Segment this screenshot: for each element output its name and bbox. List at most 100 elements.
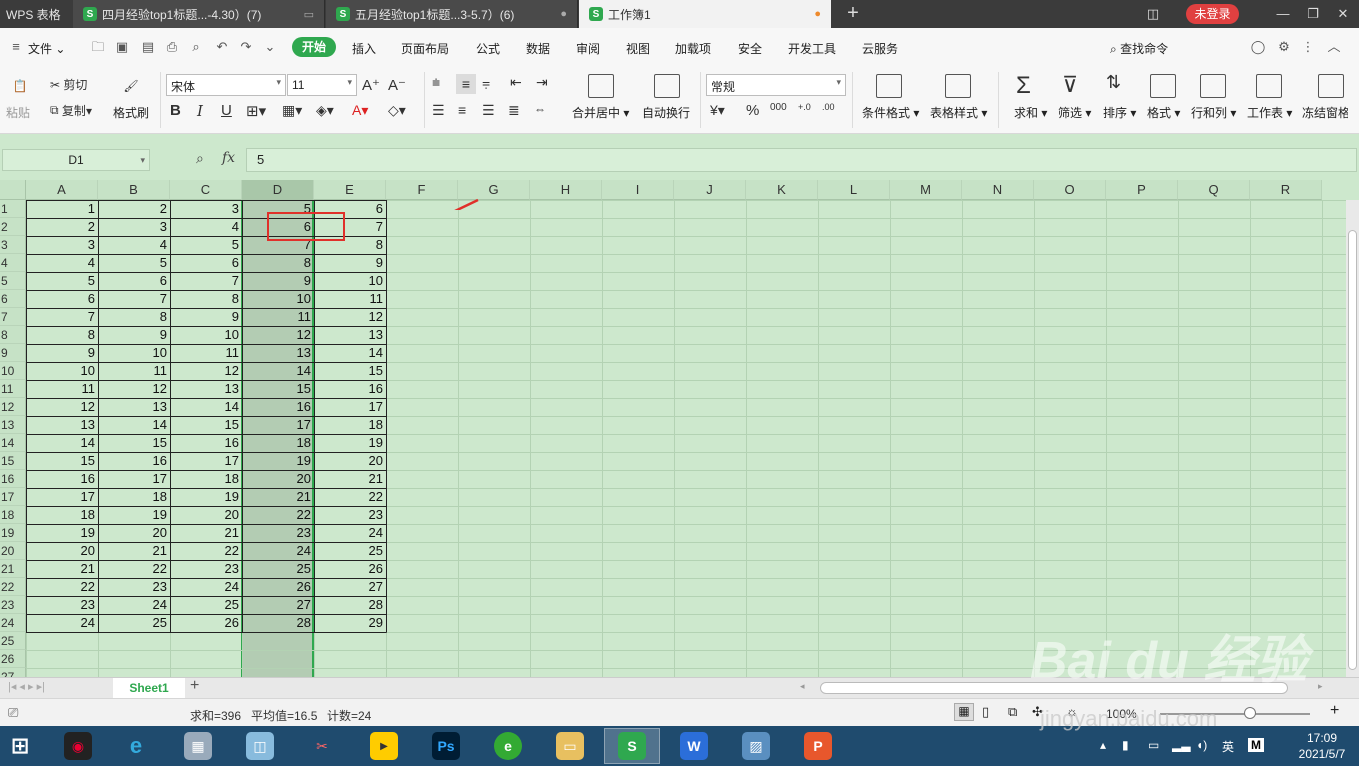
cell-b6[interactable]: 7 <box>98 290 170 308</box>
volume-icon[interactable]: ◖) <box>1196 738 1207 752</box>
font-size-select[interactable]: 11 ▾ <box>287 74 357 96</box>
vertical-scrollbar[interactable] <box>1346 200 1359 677</box>
cell-d10[interactable]: 14 <box>242 362 314 380</box>
row-header-10[interactable]: 10 <box>0 362 26 380</box>
cell-d14[interactable]: 18 <box>242 434 314 452</box>
cell-b1[interactable]: 2 <box>98 200 170 218</box>
cell-c22[interactable]: 24 <box>170 578 242 596</box>
cell-c10[interactable]: 12 <box>170 362 242 380</box>
cell-e23[interactable]: 28 <box>314 596 386 614</box>
cell-c6[interactable]: 8 <box>170 290 242 308</box>
cell-c11[interactable]: 13 <box>170 380 242 398</box>
cell-c15[interactable]: 17 <box>170 452 242 470</box>
menu-start[interactable]: 开始 <box>292 37 336 57</box>
worksheet-icon[interactable] <box>1256 74 1282 98</box>
row-header-18[interactable]: 18 <box>0 506 26 524</box>
cell-d24[interactable]: 28 <box>242 614 314 632</box>
cell-a1[interactable]: 1 <box>26 200 98 218</box>
taskbar-app-active[interactable]: S <box>604 728 660 764</box>
cell-e18[interactable]: 23 <box>314 506 386 524</box>
cell-a15[interactable]: 15 <box>26 452 98 470</box>
page-break-view-icon[interactable]: ⧉ <box>1008 704 1017 720</box>
taskbar-app[interactable]: ◫ <box>232 728 288 764</box>
undo-icon[interactable]: ↶ <box>214 39 230 55</box>
menu-view[interactable]: 视图 <box>626 40 650 57</box>
copy-button[interactable]: ⧉ 复制 ▾ <box>50 102 92 119</box>
document-tab[interactable]: S 五月经验top1标题...3-5.7）(6) ● <box>326 0 578 28</box>
taskbar-app[interactable]: ✂ <box>294 728 350 764</box>
cell-d11[interactable]: 15 <box>242 380 314 398</box>
sum-button[interactable]: 求和 ▾ <box>1014 104 1047 121</box>
cell-e9[interactable]: 14 <box>314 344 386 362</box>
new-tab-plus-icon[interactable]: + <box>842 2 864 26</box>
cell-c16[interactable]: 18 <box>170 470 242 488</box>
cell-b22[interactable]: 23 <box>98 578 170 596</box>
input-method-icon[interactable]: M <box>1248 738 1264 752</box>
taskbar-app[interactable]: ◉ <box>50 728 106 764</box>
cell-c13[interactable]: 15 <box>170 416 242 434</box>
print-icon[interactable]: ⎙ <box>164 39 180 55</box>
cell-e21[interactable]: 26 <box>314 560 386 578</box>
cell-d7[interactable]: 11 <box>242 308 314 326</box>
quick-access-dropdown-icon[interactable]: ⌄ <box>262 39 278 55</box>
filter-icon[interactable]: ⊽ <box>1062 72 1078 98</box>
row-header-5[interactable]: 5 <box>0 272 26 290</box>
pdf-icon[interactable]: ▤ <box>140 39 156 55</box>
worksheet-button[interactable]: 工作表 ▾ <box>1247 104 1292 121</box>
row-header-13[interactable]: 13 <box>0 416 26 434</box>
cell-d9[interactable]: 13 <box>242 344 314 362</box>
redo-icon[interactable]: ↷ <box>238 39 254 55</box>
cell-e16[interactable]: 21 <box>314 470 386 488</box>
cell-a18[interactable]: 18 <box>26 506 98 524</box>
cell-e20[interactable]: 25 <box>314 542 386 560</box>
cell-e13[interactable]: 18 <box>314 416 386 434</box>
cell-e12[interactable]: 17 <box>314 398 386 416</box>
cell-c23[interactable]: 25 <box>170 596 242 614</box>
menu-developer[interactable]: 开发工具 <box>788 40 836 57</box>
cell-b2[interactable]: 3 <box>98 218 170 236</box>
cell-a16[interactable]: 16 <box>26 470 98 488</box>
cell-a3[interactable]: 3 <box>26 236 98 254</box>
cell-b10[interactable]: 11 <box>98 362 170 380</box>
wrap-text-icon[interactable] <box>654 74 680 98</box>
cell-e10[interactable]: 15 <box>314 362 386 380</box>
menu-data[interactable]: 数据 <box>526 40 550 57</box>
cell-e8[interactable]: 13 <box>314 326 386 344</box>
cell-e11[interactable]: 16 <box>314 380 386 398</box>
font-color-icon[interactable]: A▾ <box>352 102 368 119</box>
status-icon[interactable]: ⎚ <box>8 705 18 721</box>
cell-d19[interactable]: 23 <box>242 524 314 542</box>
menu-file[interactable]: 文件 ⌄ <box>28 40 65 57</box>
cell-a14[interactable]: 14 <box>26 434 98 452</box>
scroll-left-icon[interactable]: ◂ <box>800 681 805 692</box>
table-style-icon[interactable] <box>945 74 971 98</box>
ime-indicator[interactable]: 英 <box>1222 738 1234 755</box>
normal-view-icon[interactable]: ▦ <box>954 703 974 721</box>
cell-b17[interactable]: 18 <box>98 488 170 506</box>
cell-c19[interactable]: 21 <box>170 524 242 542</box>
cell-d4[interactable]: 8 <box>242 254 314 272</box>
format-button[interactable]: 格式 ▾ <box>1147 104 1180 121</box>
align-middle-icon[interactable]: ≡ <box>456 74 476 94</box>
column-header-o[interactable]: O <box>1034 180 1106 200</box>
sigma-icon[interactable]: Σ <box>1016 72 1031 100</box>
cell-c8[interactable]: 10 <box>170 326 242 344</box>
row-header-26[interactable]: 26 <box>0 650 26 668</box>
cell-c12[interactable]: 14 <box>170 398 242 416</box>
cell-a2[interactable]: 2 <box>26 218 98 236</box>
zoom-icon[interactable]: ⌕ <box>196 150 204 167</box>
align-bottom-icon[interactable]: ⩦ <box>482 74 490 91</box>
taskbar-app[interactable]: P <box>790 728 846 764</box>
taskbar-app[interactable]: e <box>108 728 164 764</box>
conditional-format-icon[interactable] <box>876 74 902 98</box>
cell-a24[interactable]: 24 <box>26 614 98 632</box>
cell-d12[interactable]: 16 <box>242 398 314 416</box>
cell-a17[interactable]: 17 <box>26 488 98 506</box>
row-header-8[interactable]: 8 <box>0 326 26 344</box>
table-style-button[interactable]: 表格样式 ▾ <box>930 104 987 121</box>
cell-d6[interactable]: 10 <box>242 290 314 308</box>
row-header-16[interactable]: 16 <box>0 470 26 488</box>
conditional-format-button[interactable]: 条件格式 ▾ <box>862 104 919 121</box>
collapse-ribbon-icon[interactable]: ︿ <box>1326 39 1342 55</box>
row-header-23[interactable]: 23 <box>0 596 26 614</box>
